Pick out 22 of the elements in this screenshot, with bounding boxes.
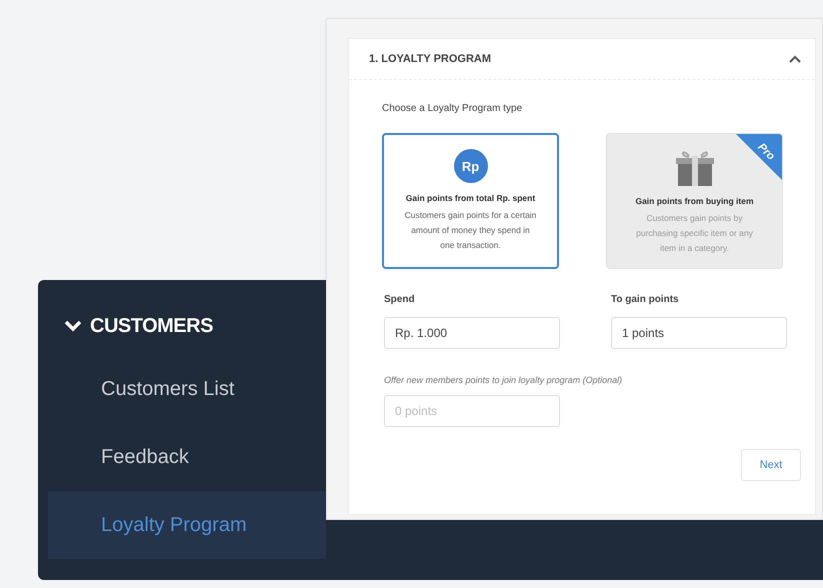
sidebar-item[interactable]: Loyalty Program: [48, 491, 326, 559]
sidebar-item[interactable]: Feedback: [101, 446, 189, 468]
option-title: Gain points from total Rp. spent: [406, 193, 536, 203]
option-card[interactable]: Rp Gain points from total Rp. spent Customers gain points for a certain amount of money they spend in one transaction.: [382, 133, 559, 269]
option-title: Gain points from buying item: [635, 196, 754, 206]
field-label: Spend: [383, 294, 416, 305]
option-card[interactable]: Pro Gain points from buying item Customers gain points by purchasing specific item or any item in a category.: [606, 133, 783, 269]
panel-title: 1. LOYALTY PROGRAM: [369, 53, 492, 65]
section-title[interactable]: CUSTOMERS: [90, 314, 213, 338]
input-field[interactable]: Rp. 1.000: [384, 317, 560, 349]
field-label: To gain points: [610, 294, 680, 305]
field-label: Offer new members points to join loyalty program (Optional): [383, 375, 624, 385]
sidebar-item[interactable]: Customers List: [101, 378, 234, 400]
input-field[interactable]: 0 points: [384, 395, 560, 427]
input-field[interactable]: 1 points: [611, 317, 787, 349]
currency-icon: Rp: [454, 149, 488, 183]
option-description: Customers gain points by purchasing specific item or any item in a category.: [635, 212, 754, 255]
collapse-icon[interactable]: [789, 55, 801, 63]
option-description: Customers gain points for a certain amount of money they spend in one transaction.: [404, 209, 536, 252]
chevron-icon[interactable]: [64, 320, 82, 332]
next-button[interactable]: Next: [741, 449, 801, 481]
prompt-text: Choose a Loyalty Program type: [382, 103, 524, 114]
